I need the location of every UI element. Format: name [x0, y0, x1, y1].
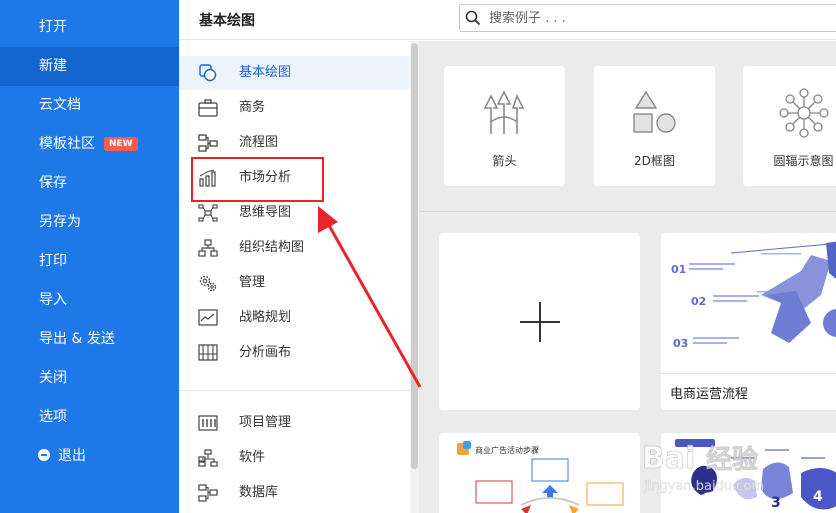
menu-item-label: 导出 & 发送 [39, 331, 115, 347]
preview-step-02: 02 [691, 295, 706, 308]
menu-item-label: 打开 [39, 19, 67, 35]
category-business[interactable]: 商务 [179, 91, 409, 125]
template-card-arrows[interactable]: 箭头 [444, 66, 565, 186]
category-label: 基本绘图 [239, 65, 292, 80]
radial-diagram-icon [779, 88, 829, 138]
menu-item-label: 新建 [39, 58, 67, 74]
menu-item-label: 云文档 [39, 97, 81, 113]
category-label: 项目管理 [239, 415, 292, 430]
sidebar-scrollbar[interactable] [410, 41, 419, 513]
category-software[interactable]: 软件 [179, 441, 409, 475]
category-sidebar: 基本绘图 商务 流程图 市场分析 思维导图 组织结构图 管理 战略规划 分析画布… [179, 41, 419, 513]
gantt-icon [198, 415, 218, 431]
search-icon [465, 10, 481, 26]
canvas-icon [198, 344, 218, 361]
template-card-2d-block[interactable]: 2D框图 [594, 66, 715, 186]
menu-item-template-community[interactable]: 模板社区 NEW [0, 125, 179, 164]
search-input[interactable] [489, 9, 829, 27]
ad-campaign-preview-thumbnail: 商业广告活动步骤 [457, 441, 624, 513]
svg-text:Bai: Bai [642, 441, 695, 476]
menu-item-label: 模板社区 [39, 136, 95, 152]
line-chart-icon [198, 309, 218, 326]
divider [419, 211, 836, 212]
menu-item-options[interactable]: 选项 [0, 398, 179, 437]
category-database[interactable]: 数据库 [179, 476, 409, 510]
scrollbar-thumb[interactable] [411, 43, 418, 469]
category-project-management[interactable]: 项目管理 [179, 406, 409, 440]
menu-item-label: 保存 [39, 175, 67, 191]
menu-item-import[interactable]: 导入 [0, 281, 179, 320]
preview-number: 4 [813, 489, 823, 505]
org-chart-icon [198, 239, 218, 257]
template-label: 圆辐示意图 [773, 154, 834, 168]
minus-circle-icon [38, 449, 50, 461]
divider [179, 390, 419, 391]
svg-text:经验: 经验 [706, 444, 758, 475]
ecommerce-preview-thumbnail: 01 02 03 [671, 241, 836, 350]
menu-item-label: 退出 [58, 448, 86, 464]
svg-text:jingyan.baidu.com: jingyan.baidu.com [643, 479, 764, 494]
plus-icon [520, 302, 560, 342]
template-label: 2D框图 [634, 154, 675, 168]
menu-item-label: 另存为 [39, 214, 81, 230]
menu-item-label: 导入 [39, 292, 67, 308]
arrows-icon [483, 90, 525, 134]
divider [661, 373, 836, 374]
menu-item-new[interactable]: 新建 [0, 47, 179, 86]
database-icon [198, 484, 218, 502]
category-label: 分析画布 [239, 345, 292, 360]
shapes-2d-icon [633, 90, 676, 133]
preview-number: 3 [771, 495, 781, 511]
template-label: 箭头 [492, 154, 517, 168]
menu-item-cloud-docs[interactable]: 云文档 [0, 86, 179, 125]
category-flowchart[interactable]: 流程图 [179, 126, 409, 160]
category-org-chart[interactable]: 组织结构图 [179, 231, 409, 265]
preview-step-01: 01 [671, 263, 686, 276]
header: 基本绘图 [179, 0, 836, 40]
category-analysis-canvas[interactable]: 分析画布 [179, 336, 409, 370]
menu-item-save-as[interactable]: 另存为 [0, 203, 179, 242]
template-label: 电商运营流程 [670, 387, 749, 402]
category-label: 数据库 [239, 485, 279, 500]
menu-item-print[interactable]: 打印 [0, 242, 179, 281]
menu-item-open[interactable]: 打开 [0, 8, 179, 47]
new-blank-card[interactable] [439, 233, 640, 410]
template-card-radial[interactable]: 圆辐示意图 [743, 66, 836, 186]
gears-icon [199, 275, 217, 292]
menu-item-label: 打印 [39, 253, 67, 269]
category-basic[interactable]: 基本绘图 [179, 56, 409, 90]
app-window: 打开 新建 云文档 模板社区 NEW 保存 另存为 打印 导入 导出 & 发送 关… [0, 0, 836, 513]
menu-item-save[interactable]: 保存 [0, 164, 179, 203]
menu-item-label: 关闭 [39, 370, 67, 386]
file-menu: 打开 新建 云文档 模板社区 NEW 保存 另存为 打印 导入 导出 & 发送 关… [0, 0, 179, 513]
category-label: 流程图 [239, 135, 279, 150]
menu-item-export-send[interactable]: 导出 & 发送 [0, 320, 179, 359]
category-label: 管理 [239, 275, 266, 290]
template-card-ecommerce[interactable]: 01 02 03 电商运营流程 [661, 233, 836, 410]
preview-step-03: 03 [673, 337, 688, 350]
mindmap-icon [198, 204, 218, 222]
category-management[interactable]: 管理 [179, 266, 409, 300]
flowchart-icon [198, 134, 218, 152]
menu-item-label: 选项 [39, 409, 67, 425]
basic-shapes-icon [199, 64, 217, 82]
category-label: 战略规划 [239, 310, 292, 325]
highlight-box [191, 157, 324, 202]
category-label: 软件 [239, 450, 266, 465]
briefcase-icon [198, 99, 218, 117]
search-box[interactable] [459, 4, 836, 32]
category-label: 商务 [239, 100, 266, 115]
page-title: 基本绘图 [199, 13, 255, 29]
new-badge: NEW [104, 137, 138, 151]
watermark-logo: Bai 经验 jingyan.baidu.com [642, 441, 764, 495]
category-label: 思维导图 [239, 205, 292, 220]
template-card-ad-campaign[interactable]: 商业广告活动步骤 [439, 433, 640, 513]
category-strategy[interactable]: 战略规划 [179, 301, 409, 335]
menu-item-exit[interactable]: 退出 [0, 437, 179, 476]
category-label: 组织结构图 [239, 240, 305, 255]
menu-item-close[interactable]: 关闭 [0, 359, 179, 398]
software-icon [198, 449, 218, 467]
preview-title: 商业广告活动步骤 [475, 445, 539, 455]
